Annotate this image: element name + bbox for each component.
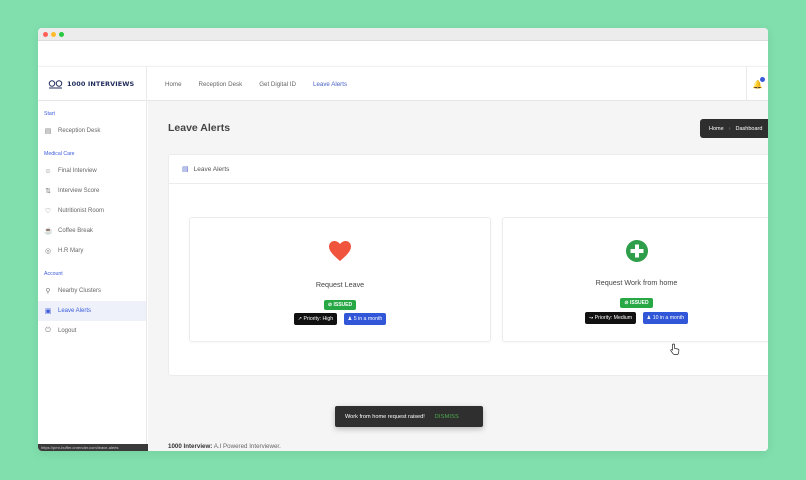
heart-icon: ♡ — [44, 208, 52, 215]
window-titlebar — [38, 28, 768, 41]
breadcrumb-home[interactable]: Home — [709, 126, 724, 132]
sidebar-item-nearby-clusters[interactable]: ⚲ Nearby Clusters — [38, 281, 146, 301]
card-title: Request Leave — [315, 280, 365, 289]
breadcrumb-current: Dashboard — [735, 125, 763, 132]
sidebar-item-label: Coffee Break — [58, 228, 93, 234]
grid-icon: ▤ — [44, 128, 52, 135]
sidebar-section-medical-care: Medical Care — [44, 151, 75, 157]
breadcrumb: Home › Dashboard — [700, 119, 768, 138]
minimize-window-button[interactable] — [51, 32, 56, 37]
sidebar: Start ▤ Reception Desk Medical Care ☺ Fi… — [38, 101, 170, 451]
main-content: Leave Alerts Home › Dashboard ▤ Leave Al… — [148, 101, 768, 451]
quota-badge: ♟ 5 in a month — [343, 313, 387, 325]
brand-logo-icon — [48, 79, 63, 88]
footer-brand: 1000 Interview: — [168, 443, 213, 450]
notifications[interactable]: 🔔 — [746, 67, 768, 101]
page-title: Leave Alerts — [168, 122, 231, 134]
card-title: Request Work from home — [595, 278, 678, 287]
sidebar-item-label: Leave Alerts — [58, 308, 92, 314]
close-window-button[interactable] — [43, 32, 48, 37]
quota-badge: ♟ 10 in a month — [642, 312, 689, 324]
sidebar-item-hr-mary[interactable]: ◎ H.R Mary — [38, 241, 146, 261]
sidebar-item-label: Logout — [58, 328, 77, 334]
nav-link-home[interactable]: Home — [165, 81, 182, 88]
globe-icon: ◎ — [44, 248, 52, 255]
priority-badge: ↗ Priority: High — [293, 313, 338, 325]
nav-link-get-digital-id[interactable]: Get Digital ID — [259, 81, 296, 88]
sort-icon: ⇅ — [45, 188, 51, 195]
sidebar-item-label: Nutritionist Room — [58, 208, 105, 214]
plus-circle-icon — [503, 239, 768, 268]
chip-row: ↗ Priority: High ♟ 5 in a month — [190, 307, 490, 325]
clipboard-icon: ▤ — [182, 166, 189, 173]
sidebar-item-label: Nearby Clusters — [58, 288, 102, 294]
sidebar-item-label: Final Interview — [58, 168, 97, 174]
nav-link-reception-desk[interactable]: Reception Desk — [199, 81, 243, 88]
sidebar-item-label: H.R Mary — [58, 248, 84, 254]
request-work-from-home-card[interactable]: Request Work from home ⊘ ISSUED ↝ Priori… — [502, 217, 768, 342]
snackbar-toast: Work from home request raised! DISMISS — [335, 406, 483, 427]
address-area — [38, 41, 768, 66]
alert-icon: ▣ — [44, 308, 52, 315]
sidebar-item-label: Interview Score — [58, 188, 100, 194]
coffee-icon: ☕ — [44, 228, 53, 235]
top-nav-links: Home Reception Desk Get Digital ID Leave… — [165, 67, 347, 101]
footer: 1000 Interview: A.I Powered Interviewer. — [168, 443, 281, 450]
footer-tagline: A.I Powered Interviewer. — [213, 443, 281, 450]
sidebar-item-label: Reception Desk — [58, 128, 101, 134]
sidebar-item-logout[interactable]: ⏻ Logout — [38, 321, 146, 341]
panel-title: Leave Alerts — [193, 165, 230, 173]
map-pin-icon: ⚲ — [45, 288, 51, 295]
sidebar-item-nutritionist-room[interactable]: ♡ Nutritionist Room — [38, 201, 146, 221]
power-icon: ⏻ — [45, 327, 51, 334]
sidebar-item-interview-score[interactable]: ⇅ Interview Score — [38, 181, 146, 201]
sidebar-section-start: Start — [44, 111, 55, 117]
browser-window: 1000 INTERVIEWS Home Reception Desk Get … — [38, 28, 768, 451]
priority-badge: ↝ Priority: Medium — [584, 312, 637, 324]
brand-name: 1000 INTERVIEWS — [67, 80, 135, 88]
toast-message: Work from home request raised! — [345, 413, 425, 420]
brand[interactable]: 1000 INTERVIEWS — [38, 67, 147, 101]
hand-cursor-icon — [670, 343, 680, 355]
bell-icon[interactable]: 🔔 — [753, 76, 766, 89]
notification-badge — [760, 76, 766, 82]
breadcrumb-separator: › — [728, 125, 731, 132]
nav-link-leave-alerts[interactable]: Leave Alerts — [313, 81, 347, 88]
sidebar-item-leave-alerts[interactable]: ▣ Leave Alerts — [38, 301, 146, 321]
sidebar-item-coffee-break[interactable]: ☕ Coffee Break — [38, 221, 146, 241]
heart-icon — [190, 240, 490, 267]
user-icon: ☺ — [44, 167, 52, 175]
panel-header: ▤ Leave Alerts — [169, 155, 768, 184]
top-navbar: 1000 INTERVIEWS Home Reception Desk Get … — [38, 66, 768, 101]
sidebar-section-account: Account — [44, 271, 63, 277]
request-leave-card[interactable]: Request Leave ⊘ ISSUED ↗ Priority: High … — [189, 217, 491, 342]
sidebar-item-reception-desk[interactable]: ▤ Reception Desk — [38, 121, 146, 141]
dismiss-button[interactable]: DISMISS — [435, 414, 459, 420]
maximize-window-button[interactable] — [59, 32, 64, 37]
chip-row: ↝ Priority: Medium ♟ 10 in a month — [503, 306, 768, 324]
sidebar-item-final-interview[interactable]: ☺ Final Interview — [38, 161, 146, 181]
